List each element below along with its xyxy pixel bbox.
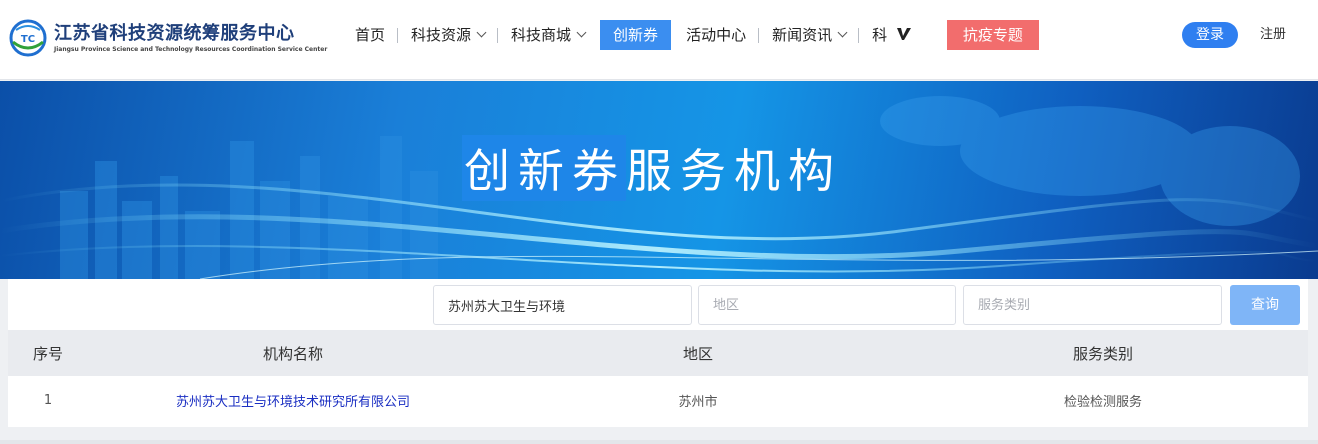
logo-title: 江苏省科技资源统筹服务中心 <box>54 22 295 44</box>
nav-activity-center[interactable]: 活动中心 <box>673 20 760 50</box>
site-header: TC 江苏省科技资源统筹服务中心 Jiangsu Province Scienc… <box>0 0 1318 80</box>
page: TC 江苏省科技资源统筹服务中心 Jiangsu Province Scienc… <box>0 0 1318 444</box>
search-bar: 查询 <box>8 279 1308 330</box>
logo-mark-text: TC <box>21 34 35 45</box>
site-logo[interactable]: TC 江苏省科技资源统筹服务中心 Jiangsu Province Scienc… <box>8 18 327 58</box>
header-org-name: 机构名称 <box>262 344 323 363</box>
table-row: 1 苏州苏大卫生与环境技术研究所有限公司 苏州市 检验检测服务 <box>8 376 1308 424</box>
nav-news-label: 新闻资讯 <box>772 26 833 44</box>
nav-tech-resources-label: 科技资源 <box>411 26 472 44</box>
main-nav: 首页 科技资源 科技商城 创新券 活动中心 新闻资讯 科 抗疫专题 <box>342 20 1039 50</box>
chevron-down-icon <box>576 27 587 38</box>
org-name-link[interactable]: 苏州苏大卫生与环境技术研究所有限公司 <box>88 376 498 424</box>
service-type-input[interactable] <box>963 285 1222 325</box>
header-area: 地区 <box>682 344 713 363</box>
chevron-down-icon <box>476 27 487 38</box>
header-service-type: 服务类别 <box>1072 344 1133 363</box>
chevron-down-icon <box>837 27 848 38</box>
banner-title-highlight: 创新券 <box>462 135 626 201</box>
row-service-type: 检验检测服务 <box>1063 394 1142 410</box>
nav-news[interactable]: 新闻资讯 <box>759 20 860 50</box>
banner: 创新券 服务机构 <box>0 81 1318 279</box>
nav-tech-resources[interactable]: 科技资源 <box>398 20 499 50</box>
page-bottom-divider <box>0 440 1318 444</box>
banner-title-rest: 服务机构 <box>626 144 842 198</box>
row-area: 苏州市 <box>678 394 718 410</box>
logo-subtitle: Jiangsu Province Science and Technology … <box>54 45 328 53</box>
nav-ke[interactable]: 科 <box>859 20 925 50</box>
nav-epidemic-topic[interactable]: 抗疫专题 <box>946 20 1039 50</box>
banner-title: 创新券 服务机构 <box>462 135 842 201</box>
nav-ke-label: 科 <box>872 26 888 44</box>
v-logo-icon <box>896 28 911 40</box>
nav-home[interactable]: 首页 <box>342 20 399 50</box>
area-input[interactable] <box>698 285 956 325</box>
login-button[interactable]: 登录 <box>1182 22 1238 48</box>
nav-tech-mall[interactable]: 科技商城 <box>498 20 598 50</box>
table-header: 序号 机构名称 地区 服务类别 <box>8 330 1308 376</box>
query-button[interactable]: 查询 <box>1230 285 1300 325</box>
nav-innovation-voucher[interactable]: 创新券 <box>600 20 672 50</box>
org-name-input[interactable] <box>433 285 692 325</box>
content-panel: 查询 序号 机构名称 地区 服务类别 1 苏州苏大卫生与环境技术研究所有限公司 … <box>8 279 1308 427</box>
logo-icon: TC <box>9 19 47 57</box>
nav-tech-mall-label: 科技商城 <box>511 26 572 44</box>
header-index: 序号 <box>32 344 63 363</box>
register-link[interactable]: 注册 <box>1260 22 1286 48</box>
row-index: 1 <box>43 392 53 408</box>
